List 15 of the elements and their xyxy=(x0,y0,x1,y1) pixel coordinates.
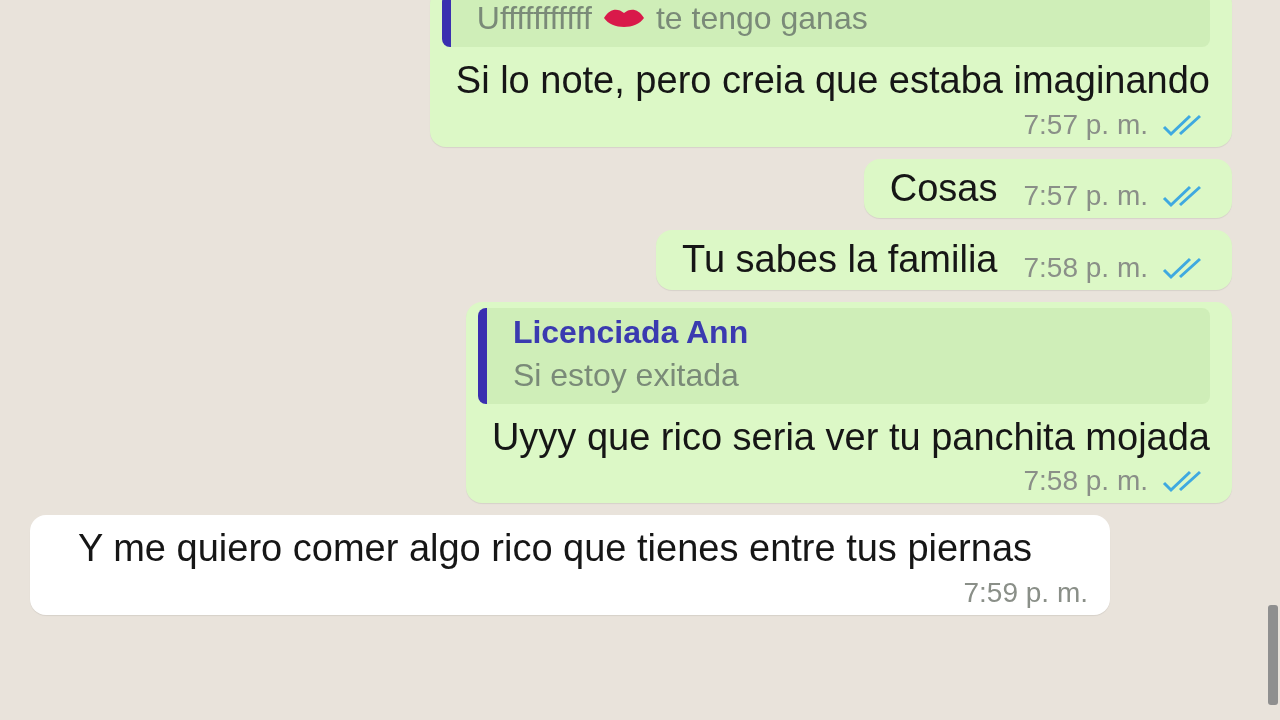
quote-text: Ufffffffffff xyxy=(476,0,592,37)
scrollbar-thumb[interactable] xyxy=(1268,605,1278,705)
message-text: Tu sabes la familia xyxy=(682,237,998,282)
message-text: Si lo note, pero creia que estaba imaginando xyxy=(455,59,1210,101)
message-time: 7:57 p. m. xyxy=(1023,108,1148,141)
message-time: 7:58 p. m. xyxy=(1023,465,1148,497)
message-time: 7:59 p. m. xyxy=(963,576,1088,609)
message-text: Cosas xyxy=(889,165,998,211)
quote-text: te tengo ganas xyxy=(655,0,868,37)
message-time: 7:57 p. m. xyxy=(1023,180,1148,212)
quote-text: Si estoy exitada xyxy=(512,356,739,394)
quote-author: Licenciada Ann xyxy=(512,313,750,351)
message-text: Y me quiero comer algo rico que tienes entre tus piernas xyxy=(78,527,1033,569)
message-time: 7:58 p. m. xyxy=(1023,251,1148,284)
message-text: Uyyy que rico seria ver tu panchita mojada xyxy=(491,415,1210,458)
